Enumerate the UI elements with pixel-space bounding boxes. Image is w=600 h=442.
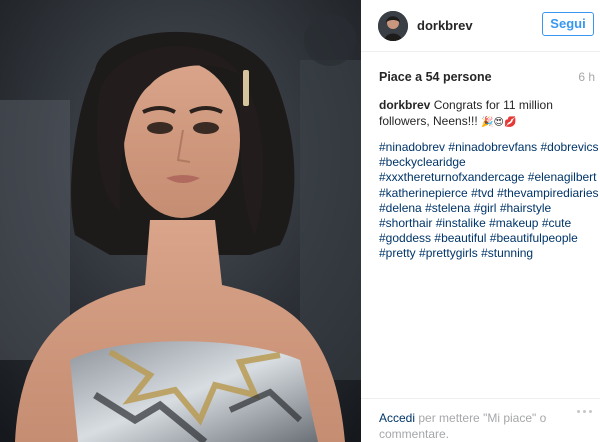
hashtag-list: #ninadobrev #ninadobrevfans #dobrevics #…: [379, 140, 600, 262]
avatar-icon: [378, 11, 408, 41]
hashtag-link[interactable]: #ninadobrev: [379, 140, 445, 154]
ellipsis-icon: [583, 410, 586, 413]
post-header: dorkbrev Segui: [361, 0, 600, 52]
hashtag-link[interactable]: #tvd: [471, 186, 494, 200]
hashtag-link[interactable]: #beautiful: [434, 231, 486, 245]
hashtag-link[interactable]: #instalike: [436, 216, 486, 230]
ellipsis-icon: [577, 410, 580, 413]
post-timestamp[interactable]: 6 h: [578, 70, 595, 84]
hashtag-link[interactable]: #stunning: [481, 246, 533, 260]
post-stats: Piace a 54 persone 6 h: [379, 70, 595, 86]
username-link[interactable]: dorkbrev: [417, 18, 473, 33]
hashtag-link[interactable]: #makeup: [489, 216, 538, 230]
ellipsis-icon: [589, 410, 592, 413]
profile-avatar[interactable]: [378, 11, 408, 41]
post-caption: dorkbrev Congrats for 11 million followe…: [379, 98, 593, 130]
hashtag-link[interactable]: #stelena: [425, 201, 470, 215]
hashtag-link[interactable]: #shorthair: [379, 216, 432, 230]
hashtag-link[interactable]: #prettygirls: [419, 246, 478, 260]
hashtag-link[interactable]: #elenagilbert: [528, 170, 597, 184]
follow-button[interactable]: Segui: [542, 12, 594, 36]
instagram-post: dorkbrev Segui Piace a 54 persone 6 h do…: [0, 0, 600, 442]
hashtag-link[interactable]: #pretty: [379, 246, 416, 260]
post-photo[interactable]: [0, 0, 361, 442]
hashtag-link[interactable]: #delena: [379, 201, 422, 215]
hashtag-link[interactable]: #ninadobrevfans: [448, 140, 537, 154]
portrait-illustration: [0, 0, 361, 442]
hashtag-link[interactable]: #beckyclearidge: [379, 155, 466, 169]
hashtag-link[interactable]: #girl: [474, 201, 497, 215]
hashtag-link[interactable]: #dobrevics: [540, 140, 598, 154]
hashtag-link[interactable]: #goddess: [379, 231, 431, 245]
likes-count[interactable]: Piace a 54 persone: [379, 70, 492, 84]
login-prompt: Accedi per mettere "Mi piace" o commenta…: [379, 411, 559, 442]
hashtag-link[interactable]: #beautifulpeople: [490, 231, 578, 245]
login-link[interactable]: Accedi: [379, 411, 415, 425]
more-options-button[interactable]: [574, 405, 596, 419]
caption-emojis: 🎉😍💋: [481, 116, 517, 128]
hashtag-link[interactable]: #xxxthereturnofxandercage: [379, 170, 524, 184]
hashtag-link[interactable]: #cute: [542, 216, 571, 230]
hashtag-link[interactable]: #hairstyle: [500, 201, 551, 215]
hashtag-link[interactable]: #katherinepierce: [379, 186, 468, 200]
caption-username[interactable]: dorkbrev: [379, 98, 430, 112]
post-footer: Accedi per mettere "Mi piace" o commenta…: [361, 398, 600, 442]
post-sidebar: dorkbrev Segui Piace a 54 persone 6 h do…: [361, 0, 600, 442]
hashtag-link[interactable]: #thevampirediaries: [497, 186, 598, 200]
